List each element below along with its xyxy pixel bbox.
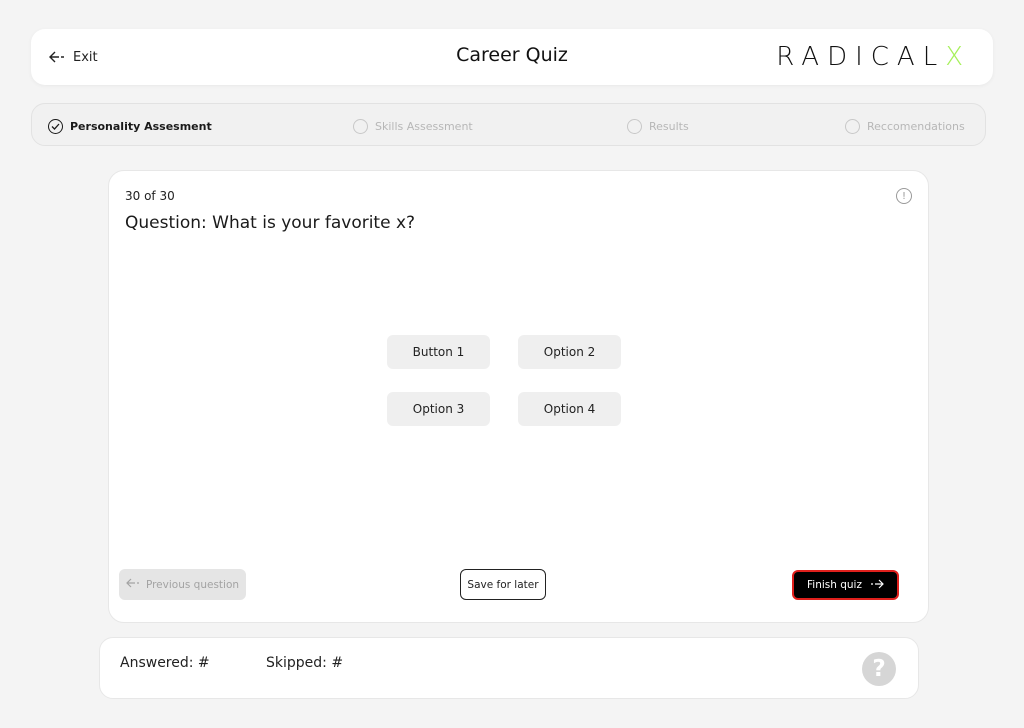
- status-footer: Answered: # Skipped: # ?: [99, 637, 919, 699]
- help-icon[interactable]: ?: [862, 652, 896, 686]
- step-label: Personality Assesment: [70, 119, 212, 133]
- answer-option-4[interactable]: Option 4: [518, 392, 621, 426]
- step-personality-assessment[interactable]: Personality Assesment: [48, 117, 212, 135]
- question-counter: 30 of 30: [125, 189, 175, 203]
- question-text: Question: What is your favorite x?: [125, 213, 416, 233]
- step-results[interactable]: Results: [627, 117, 689, 135]
- check-circle-icon: [48, 118, 63, 134]
- progress-stepper: Personality Assesment Skills Assessment …: [31, 103, 986, 146]
- question-card: 30 of 30 ! Question: What is your favori…: [108, 170, 929, 623]
- answer-option-1[interactable]: Button 1: [387, 335, 490, 369]
- arrow-right-icon: [870, 579, 884, 592]
- answered-count: Answered: #: [120, 655, 210, 671]
- empty-circle-icon: [353, 118, 368, 134]
- radicalx-logo: RADICAL X: [776, 42, 963, 72]
- skipped-count: Skipped: #: [266, 655, 344, 671]
- previous-question-label: Previous question: [145, 578, 240, 591]
- step-skills-assessment[interactable]: Skills Assessment: [353, 117, 473, 135]
- answer-option-3[interactable]: Option 3: [387, 392, 490, 426]
- top-bar: Exit Career Quiz RADICAL X: [31, 29, 993, 85]
- finish-quiz-button[interactable]: Finish quiz: [792, 570, 899, 600]
- step-label: Reccomendations: [867, 119, 965, 133]
- previous-question-button[interactable]: Previous question: [119, 569, 246, 600]
- empty-circle-icon: [627, 118, 642, 134]
- empty-circle-icon: [845, 118, 860, 134]
- save-for-later-button[interactable]: Save for later: [460, 569, 546, 600]
- step-label: Skills Assessment: [375, 119, 473, 133]
- arrow-left-icon: [126, 578, 140, 591]
- step-recommendations[interactable]: Reccomendations: [845, 117, 965, 135]
- logo-accent-text: X: [945, 42, 963, 72]
- info-icon[interactable]: !: [896, 188, 912, 204]
- answer-option-2[interactable]: Option 2: [518, 335, 621, 369]
- finish-quiz-label: Finish quiz: [807, 579, 862, 591]
- logo-text: RADICAL: [776, 42, 946, 72]
- step-label: Results: [649, 119, 689, 133]
